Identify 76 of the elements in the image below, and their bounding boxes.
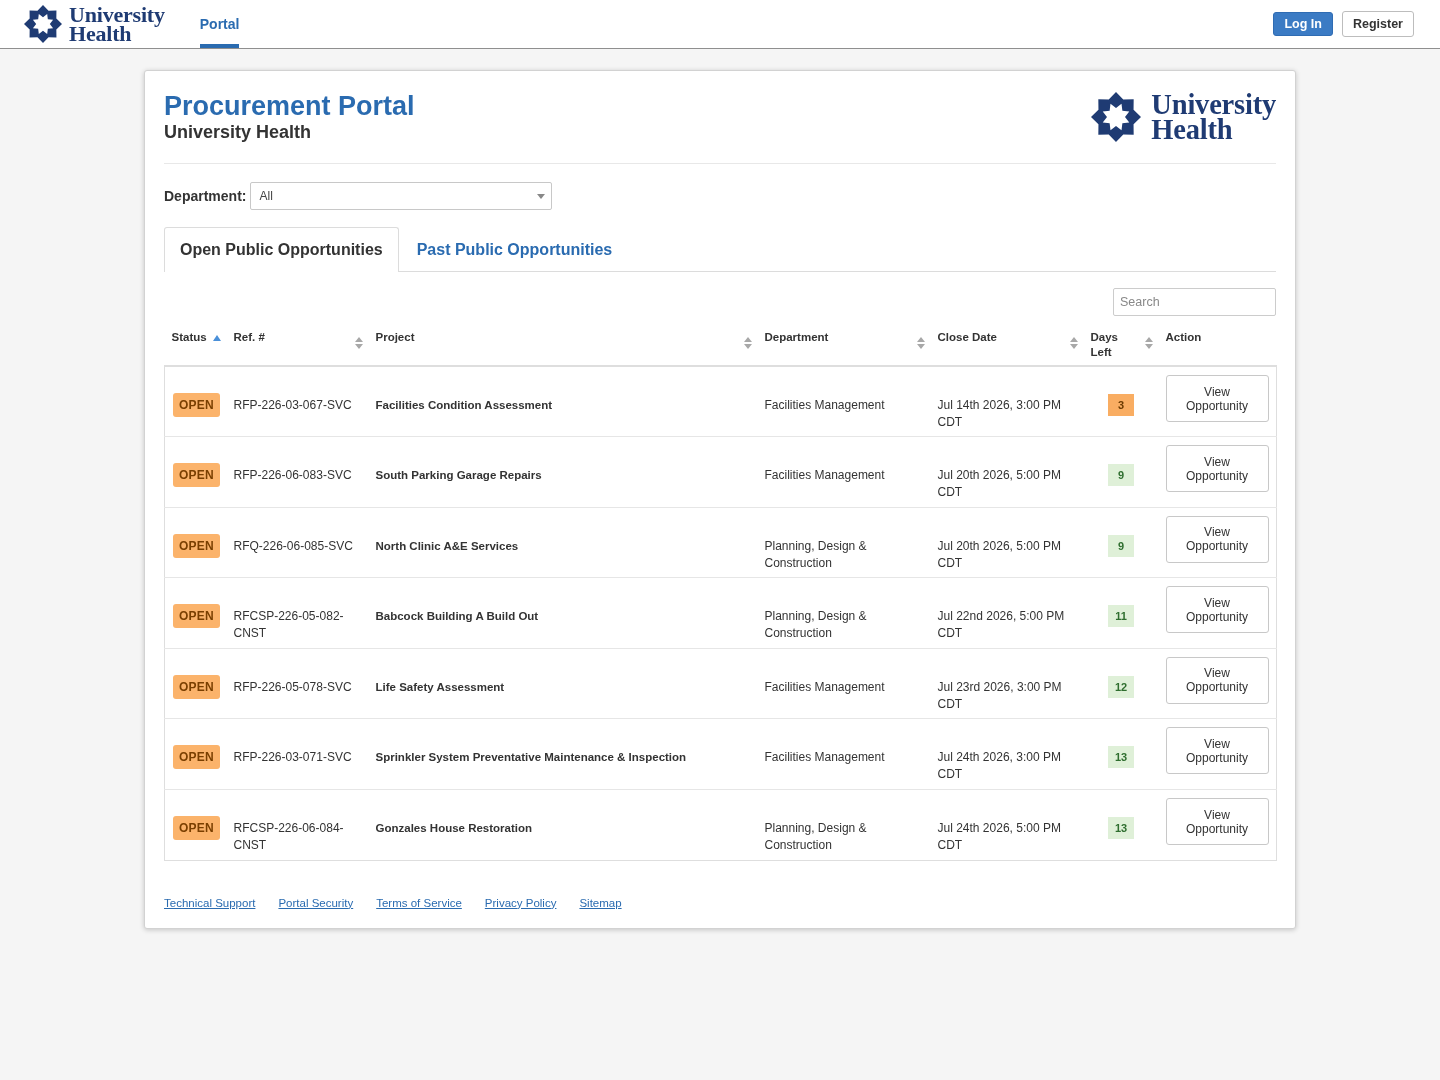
days-left-badge: 13 xyxy=(1108,817,1134,840)
brand-logo-icon xyxy=(1091,92,1142,142)
table-cell: RFQ-226-06-085-SVC xyxy=(233,538,353,553)
view-button[interactable]: View Opportunity xyxy=(1165,586,1269,634)
view-button[interactable]: View Opportunity xyxy=(1165,798,1269,846)
table-cell: Planning, Design & Construction xyxy=(764,609,867,641)
login-button[interactable]: Log In xyxy=(1273,12,1333,36)
table-cell: Facilities Management xyxy=(764,679,885,694)
table-cell: RFP-226-03-067-SVC xyxy=(233,398,352,412)
days-left-badge: 12 xyxy=(1108,675,1134,698)
days-left-badge: 9 xyxy=(1108,464,1134,487)
column-header[interactable]: Department xyxy=(764,330,913,345)
table-cell: RFP-226-05-078-SVC xyxy=(233,679,352,694)
status-badge: OPEN xyxy=(173,674,220,699)
status-badge: OPEN xyxy=(173,533,220,558)
days-left-badge: 13 xyxy=(1108,746,1134,769)
table-cell: RFCSP-226-06-084-CNST xyxy=(233,821,344,853)
table-cell: Gonzales House Restoration xyxy=(375,822,533,835)
status-badge: OPEN xyxy=(173,604,220,629)
status-badge: OPEN xyxy=(173,463,220,488)
nav-link[interactable]: Portal xyxy=(199,0,240,48)
table-cell: RFP-226-06-083-SVC xyxy=(233,468,352,483)
table-cell: Planning, Design & Construction xyxy=(764,821,867,853)
table-cell: Jul 14th 2026, 3:00 PM CDT xyxy=(937,398,1061,429)
page-title: Procurement Portal xyxy=(164,91,415,121)
table-cell: Jul 22nd 2026, 5:00 PM CDT xyxy=(937,609,1065,641)
column-header[interactable]: Status xyxy=(171,330,209,345)
logo-wordmark: University Health xyxy=(1151,92,1276,142)
footer-link[interactable]: Portal Security xyxy=(278,895,354,910)
search-field[interactable]: Search xyxy=(1113,288,1276,316)
days-left-badge: 11 xyxy=(1108,605,1134,628)
footer-link[interactable]: Privacy Policy xyxy=(484,895,557,910)
table-cell: Babcock Building A Build Out xyxy=(375,610,539,623)
table-cell: Life Safety Assessment xyxy=(375,680,505,693)
view-button[interactable]: View Opportunity xyxy=(1165,445,1269,493)
table-cell: RFP-226-03-071-SVC xyxy=(233,750,352,765)
table-cell: Jul 23rd 2026, 3:00 PM CDT xyxy=(937,679,1062,711)
table-cell: Jul 24th 2026, 5:00 PM CDT xyxy=(937,821,1061,853)
column-header[interactable]: Ref. # xyxy=(233,330,351,345)
table-cell: Facilities Condition Assessment xyxy=(375,399,553,411)
table-cell: Jul 20th 2026, 5:00 PM CDT xyxy=(937,468,1061,500)
table-cell: Sprinkler System Preventative Maintenance & Inspection xyxy=(375,751,687,764)
footer-link[interactable]: Terms of Service xyxy=(376,895,462,910)
table-cell: RFCSP-226-05-082-CNST xyxy=(233,609,344,641)
status-badge: OPEN xyxy=(173,745,220,770)
column-header[interactable]: Close Date xyxy=(937,330,1066,345)
table-cell: Facilities Management xyxy=(764,750,885,765)
column-header[interactable]: Days Left xyxy=(1090,330,1141,360)
footer-link[interactable]: Sitemap xyxy=(579,895,622,910)
brand-logo-icon xyxy=(24,5,62,43)
footer-link[interactable]: Technical Support xyxy=(164,895,256,910)
department-select[interactable]: All xyxy=(250,182,553,210)
days-left-badge: 9 xyxy=(1108,534,1134,557)
page-subtitle: University Health xyxy=(164,121,312,143)
days-left-badge: 3 xyxy=(1108,394,1134,416)
table-cell: Facilities Management xyxy=(764,468,885,483)
register-button[interactable]: Register xyxy=(1341,11,1414,37)
table-cell: Planning, Design & Construction xyxy=(764,538,867,570)
filter-label: Department: xyxy=(164,188,247,204)
table-cell: North Clinic A&E Services xyxy=(375,539,519,552)
view-button[interactable]: View Opportunity xyxy=(1165,375,1269,422)
tab[interactable]: Past Public Opportunities xyxy=(400,227,629,272)
caret-icon xyxy=(537,193,546,199)
tab[interactable]: Open Public Opportunities xyxy=(164,227,399,272)
column-header: Action xyxy=(1165,330,1203,345)
column-header[interactable]: Project xyxy=(375,330,740,345)
status-badge: OPEN xyxy=(173,393,220,417)
table-cell: South Parking Garage Repairs xyxy=(375,469,542,482)
logo-wordmark: University Health xyxy=(69,5,165,43)
status-badge: OPEN xyxy=(173,816,220,841)
view-button[interactable]: View Opportunity xyxy=(1165,515,1269,563)
view-button[interactable]: View Opportunity xyxy=(1165,727,1269,775)
view-button[interactable]: View Opportunity xyxy=(1165,656,1269,704)
table-cell: Facilities Management xyxy=(764,398,885,412)
table-cell: Jul 20th 2026, 5:00 PM CDT xyxy=(937,538,1061,570)
table-cell: Jul 24th 2026, 3:00 PM CDT xyxy=(937,750,1061,782)
